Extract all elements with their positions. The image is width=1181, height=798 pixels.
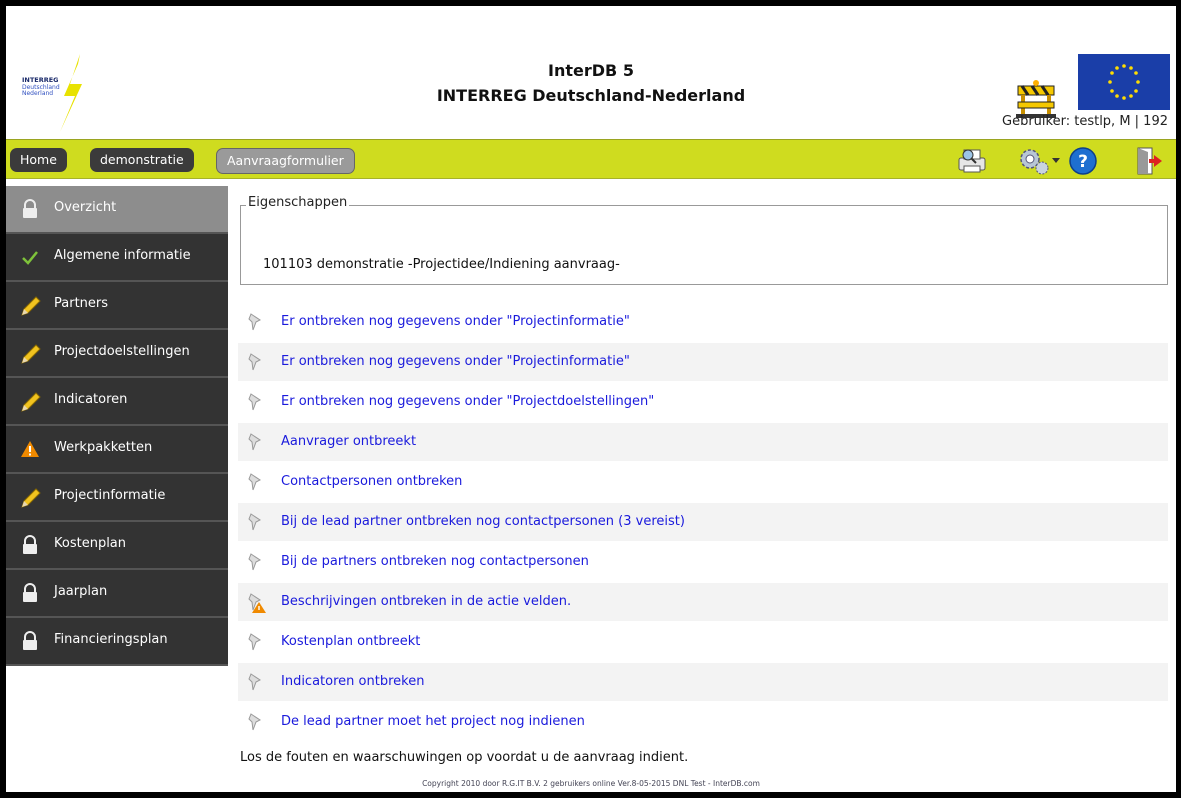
copyright: Copyright 2010 door R.G.IT B.V. 2 gebrui…	[422, 779, 760, 788]
header: INTERREG Deutschland Nederland InterDB 5…	[6, 6, 1176, 138]
sidebar-item-algemene-informatie[interactable]: Algemene informatie	[6, 234, 228, 282]
message-link[interactable]: Kostenplan ontbreekt	[281, 634, 420, 649]
message-link[interactable]: Er ontbreken nog gegevens onder "Project…	[281, 354, 630, 369]
message-link[interactable]: Indicatoren ontbreken	[281, 674, 424, 689]
pencil-icon	[20, 487, 41, 508]
pencil-icon	[20, 295, 41, 316]
message-row[interactable]: Aanvrager ontbreekt	[238, 423, 1168, 461]
pin-icon	[248, 432, 266, 452]
lock-icon	[20, 535, 40, 555]
sidebar: Overzicht Algemene informatie Partners P…	[6, 186, 228, 666]
message-row[interactable]: Indicatoren ontbreken	[238, 663, 1168, 701]
properties-legend: Eigenschappen	[246, 195, 350, 210]
pin-icon	[248, 632, 266, 652]
tab-aanvraagformulier[interactable]: Aanvraagformulier	[216, 148, 355, 174]
message-row[interactable]: De lead partner moet het project nog ind…	[238, 703, 1168, 741]
message-link[interactable]: Er ontbreken nog gegevens onder "Project…	[281, 394, 654, 409]
pencil-icon	[20, 391, 41, 412]
message-row[interactable]: Er ontbreken nog gegevens onder "Project…	[238, 303, 1168, 341]
properties-panel: 101103 demonstratie -Projectidee/Indieni…	[240, 205, 1168, 285]
user-info: Gebruiker: testlp, M | 192	[1002, 114, 1168, 129]
project-description: 101103 demonstratie -Projectidee/Indieni…	[263, 257, 620, 272]
checkmark-icon	[20, 247, 40, 267]
sidebar-item-label: Financieringsplan	[54, 632, 168, 647]
sidebar-item-overzicht[interactable]: Overzicht	[6, 186, 228, 234]
pin-warning-icon	[248, 592, 266, 613]
message-row[interactable]: Bij de lead partner ontbreken nog contac…	[238, 503, 1168, 541]
sidebar-item-label: Partners	[54, 296, 109, 311]
message-link[interactable]: Er ontbreken nog gegevens onder "Project…	[281, 314, 630, 329]
page-title: InterDB 5 INTERREG Deutschland-Nederland	[6, 58, 1176, 108]
sidebar-item-projectinformatie[interactable]: Projectinformatie	[6, 474, 228, 522]
message-row[interactable]: Er ontbreken nog gegevens onder "Project…	[238, 343, 1168, 381]
navbar: Home demonstratie Aanvraagformulier ?	[6, 139, 1176, 179]
title-line-1: InterDB 5	[548, 61, 634, 80]
message-row[interactable]: Bij de partners ontbreken nog contactper…	[238, 543, 1168, 581]
pin-icon	[248, 552, 266, 572]
pin-icon	[248, 352, 266, 372]
message-link[interactable]: Beschrijvingen ontbreken in de actie vel…	[281, 594, 571, 609]
message-link[interactable]: Bij de lead partner ontbreken nog contac…	[281, 514, 685, 529]
message-link[interactable]: De lead partner moet het project nog ind…	[281, 714, 585, 729]
pencil-icon	[20, 343, 41, 364]
sidebar-item-label: Jaarplan	[54, 584, 108, 599]
pin-icon	[248, 472, 266, 492]
sidebar-item-label: Projectdoelstellingen	[54, 344, 190, 359]
sidebar-item-label: Projectinformatie	[54, 488, 166, 503]
sidebar-item-label: Overzicht	[54, 200, 117, 215]
pin-icon	[248, 512, 266, 532]
print-preview-icon[interactable]	[956, 146, 986, 176]
footer-note: Los de fouten en waarschuwingen op voord…	[240, 750, 689, 765]
message-row[interactable]: Kostenplan ontbreekt	[238, 623, 1168, 661]
message-link[interactable]: Contactpersonen ontbreken	[281, 474, 462, 489]
sidebar-item-label: Indicatoren	[54, 392, 128, 407]
pin-icon	[248, 672, 266, 692]
svg-text:?: ?	[1078, 152, 1088, 172]
sidebar-item-label: Algemene informatie	[54, 248, 191, 263]
sidebar-item-projectdoelstellingen[interactable]: Projectdoelstellingen	[6, 330, 228, 378]
logout-door-icon[interactable]	[1134, 146, 1164, 176]
pin-icon	[248, 312, 266, 332]
lock-icon	[20, 583, 40, 603]
eu-flag-icon	[1078, 54, 1170, 110]
lock-icon	[20, 631, 40, 651]
tab-home[interactable]: Home	[10, 148, 67, 172]
sidebar-item-financieringsplan[interactable]: Financieringsplan	[6, 618, 228, 666]
message-row[interactable]: Beschrijvingen ontbreken in de actie vel…	[238, 583, 1168, 621]
message-link[interactable]: Bij de partners ontbreken nog contactper…	[281, 554, 589, 569]
sidebar-item-werkpakketten[interactable]: Werkpakketten	[6, 426, 228, 474]
message-link[interactable]: Aanvrager ontbreekt	[281, 434, 416, 449]
pin-icon	[248, 712, 266, 732]
warning-icon	[20, 439, 40, 459]
app-window: INTERREG Deutschland Nederland InterDB 5…	[6, 6, 1176, 792]
message-row[interactable]: Er ontbreken nog gegevens onder "Project…	[238, 383, 1168, 421]
sidebar-item-label: Kostenplan	[54, 536, 127, 551]
help-icon[interactable]: ?	[1068, 146, 1098, 176]
sidebar-item-partners[interactable]: Partners	[6, 282, 228, 330]
sidebar-item-kostenplan[interactable]: Kostenplan	[6, 522, 228, 570]
sidebar-item-label: Werkpakketten	[54, 440, 153, 455]
pin-icon	[248, 392, 266, 412]
sidebar-item-jaarplan[interactable]: Jaarplan	[6, 570, 228, 618]
lock-icon	[20, 199, 40, 219]
sidebar-item-indicatoren[interactable]: Indicatoren	[6, 378, 228, 426]
settings-gear-icon[interactable]	[1016, 146, 1062, 176]
title-line-2: INTERREG Deutschland-Nederland	[436, 86, 746, 105]
message-row[interactable]: Contactpersonen ontbreken	[238, 463, 1168, 501]
tab-demonstratie[interactable]: demonstratie	[90, 148, 194, 172]
